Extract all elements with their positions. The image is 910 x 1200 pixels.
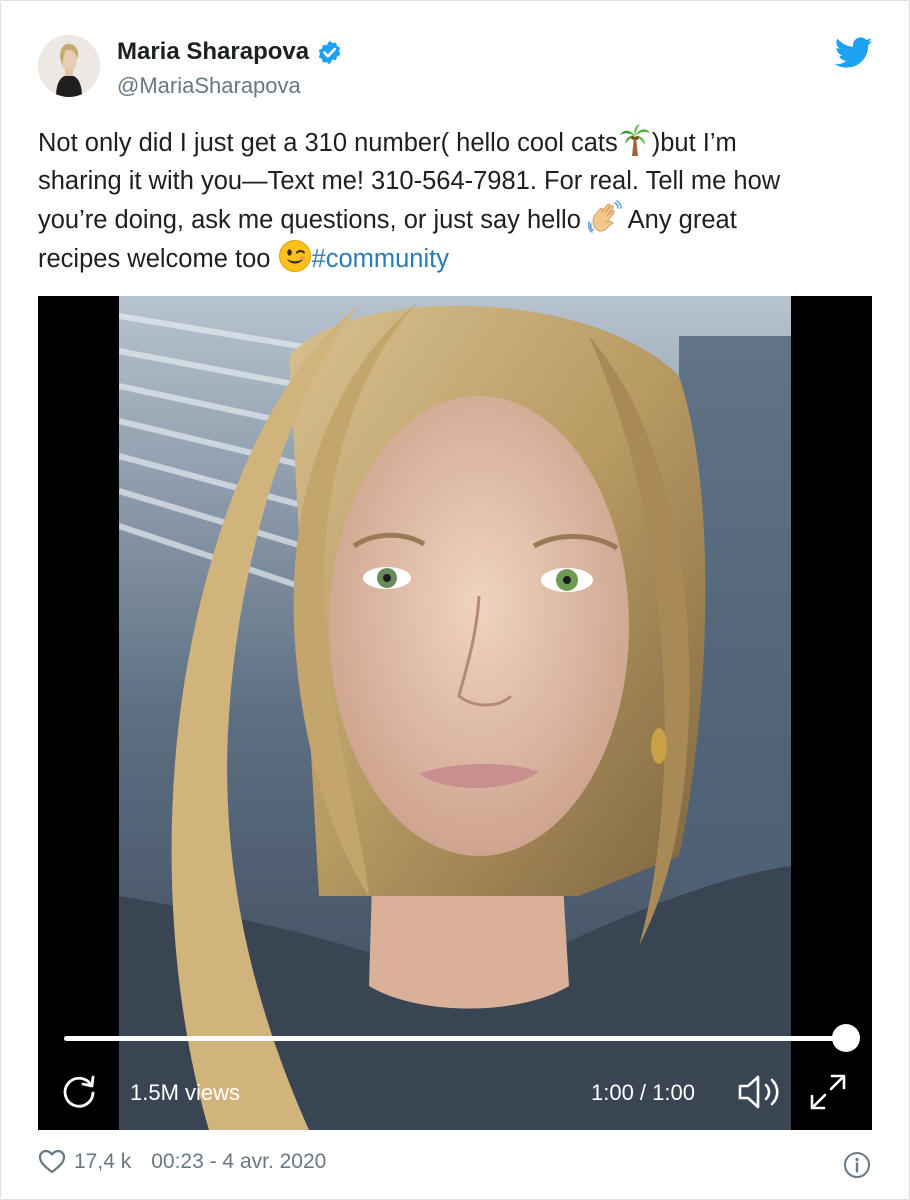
tweet-card: Maria Sharapova @MariaSharapova Not only… bbox=[0, 0, 910, 1200]
tweet-line-1-end: )but I’m bbox=[651, 129, 737, 157]
progress-fill bbox=[64, 1036, 846, 1041]
author-name-text[interactable]: Maria Sharapova bbox=[117, 38, 309, 66]
progress-bar[interactable] bbox=[64, 1024, 860, 1052]
verified-badge-icon bbox=[318, 40, 341, 64]
tweet-line-3: you’re doing, ask me questions, or just … bbox=[38, 200, 878, 239]
tweet-text: Not only did I just get a 310 number( he… bbox=[38, 123, 878, 278]
author-name[interactable]: Maria Sharapova bbox=[117, 38, 343, 66]
tweet-timestamp[interactable]: 00:23 - 4 avr. 2020 bbox=[151, 1150, 326, 1174]
video-player[interactable]: 1.5M views 1:00 / 1:00 bbox=[38, 296, 872, 1130]
tweet-line-4-text: recipes welcome too bbox=[38, 245, 278, 273]
tweet-line-1-text: Not only did I just get a 310 number( he… bbox=[38, 129, 618, 157]
fullscreen-icon[interactable] bbox=[806, 1070, 850, 1114]
progress-handle[interactable] bbox=[832, 1024, 860, 1052]
replay-icon[interactable] bbox=[60, 1071, 100, 1111]
view-count: 1.5M views bbox=[130, 1080, 241, 1105]
video-time: 1:00 / 1:00 bbox=[591, 1080, 695, 1105]
author-handle[interactable]: @MariaSharapova bbox=[117, 73, 301, 99]
volume-icon[interactable] bbox=[736, 1072, 784, 1112]
avatar[interactable] bbox=[38, 35, 100, 97]
video-frame bbox=[119, 296, 791, 1130]
palm-tree-emoji-icon bbox=[619, 124, 650, 156]
tweet-line-3-text: you’re doing, ask me questions, or just … bbox=[38, 206, 588, 234]
like-count[interactable]: 17,4 k bbox=[74, 1150, 131, 1174]
tweet-line-2: sharing it with you—Text me! 310-564-798… bbox=[38, 167, 781, 195]
waving-hand-emoji-icon bbox=[587, 200, 622, 233]
tweet-line-3-end: Any great bbox=[621, 206, 737, 234]
twitter-bird-icon[interactable] bbox=[835, 37, 873, 69]
heart-icon[interactable] bbox=[38, 1148, 66, 1176]
winking-face-emoji-icon bbox=[278, 240, 311, 272]
hashtag-link[interactable]: #community bbox=[312, 245, 449, 273]
info-icon[interactable] bbox=[843, 1151, 871, 1179]
tweet-line-1: Not only did I just get a 310 number( he… bbox=[38, 123, 878, 162]
tweet-footer: 17,4 k 00:23 - 4 avr. 2020 bbox=[38, 1148, 326, 1176]
tweet-line-4: recipes welcome too #community bbox=[38, 239, 878, 278]
